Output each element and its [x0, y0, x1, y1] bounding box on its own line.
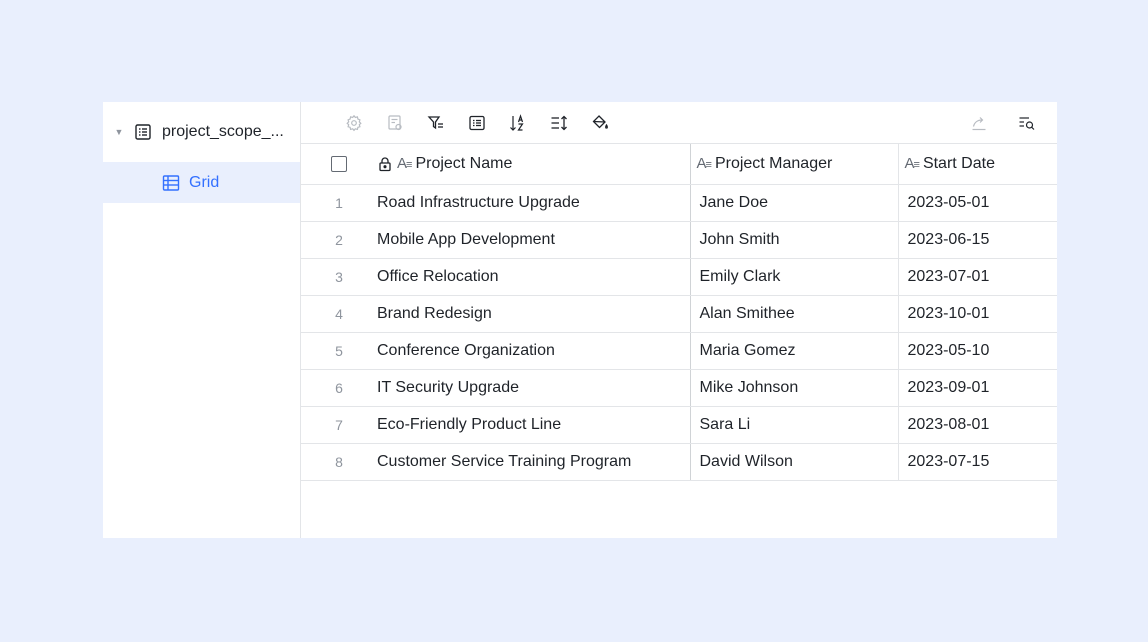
view-label: Grid	[189, 173, 220, 191]
main-panel: A≡ Project Name A≡ Project Manager A≡ St…	[301, 102, 1057, 538]
data-grid: A≡ Project Name A≡ Project Manager A≡ St…	[301, 144, 1057, 481]
cell-project-name[interactable]: Brand Redesign	[377, 295, 690, 333]
cell-project-name[interactable]: IT Security Upgrade	[377, 369, 690, 407]
cell-project-manager[interactable]: John Smith	[689, 221, 898, 259]
cell-start-date[interactable]: 2023-10-01	[897, 295, 1057, 333]
group-icon[interactable]	[467, 113, 487, 133]
table-row[interactable]: 4 Brand Redesign Alan Smithee 2023-10-01	[301, 295, 1057, 333]
row-number: 4	[301, 295, 377, 333]
cell-project-manager[interactable]: Sara Li	[689, 406, 898, 444]
sidebar-table-item[interactable]: ▼ project_scope_...	[103, 102, 300, 162]
cell-project-manager[interactable]: Jane Doe	[689, 184, 898, 222]
grid-view-icon	[162, 174, 180, 192]
select-all-checkbox[interactable]	[331, 156, 347, 173]
cell-start-date[interactable]: 2023-09-01	[897, 369, 1057, 407]
app-window: ▼ project_scope_... Grid A≡ Project Name…	[103, 102, 1057, 538]
column-title: Start Date	[922, 154, 995, 172]
cell-project-manager[interactable]: Alan Smithee	[689, 295, 898, 333]
sidebar-view-grid[interactable]: Grid	[103, 162, 300, 203]
table-row[interactable]: 1 Road Infrastructure Upgrade Jane Doe 2…	[301, 184, 1057, 222]
cell-project-manager[interactable]: Emily Clark	[689, 258, 898, 296]
text-type-icon: A≡	[397, 155, 413, 173]
row-number: 6	[301, 369, 377, 407]
row-number: 1	[301, 184, 377, 222]
filter-icon[interactable]	[426, 113, 446, 133]
cell-start-date[interactable]: 2023-07-15	[897, 443, 1057, 481]
table-row[interactable]: 3 Office Relocation Emily Clark 2023-07-…	[301, 258, 1057, 296]
sidebar: ▼ project_scope_... Grid	[103, 102, 301, 538]
cell-start-date[interactable]: 2023-08-01	[897, 406, 1057, 444]
table-row[interactable]: 2 Mobile App Development John Smith 2023…	[301, 221, 1057, 259]
table-row[interactable]: 7 Eco-Friendly Product Line Sara Li 2023…	[301, 406, 1057, 444]
lock-icon	[377, 156, 393, 172]
column-header-project-manager[interactable]: A≡ Project Manager	[689, 144, 898, 185]
cell-project-manager[interactable]: Maria Gomez	[689, 332, 898, 370]
cell-start-date[interactable]: 2023-06-15	[897, 221, 1057, 259]
row-number: 5	[301, 332, 377, 370]
header-row: A≡ Project Name A≡ Project Manager A≡ St…	[301, 144, 1057, 185]
column-header-project-name[interactable]: A≡ Project Name	[377, 144, 690, 185]
table-icon	[134, 123, 152, 141]
caret-down-icon[interactable]: ▼	[113, 126, 125, 138]
row-number: 8	[301, 443, 377, 481]
cell-project-manager[interactable]: David Wilson	[689, 443, 898, 481]
column-title: Project Manager	[714, 154, 833, 172]
row-height-icon[interactable]	[549, 113, 569, 133]
record-form-icon[interactable]	[385, 113, 405, 133]
table-row[interactable]: 5 Conference Organization Maria Gomez 20…	[301, 332, 1057, 370]
cell-start-date[interactable]: 2023-05-10	[897, 332, 1057, 370]
cell-start-date[interactable]: 2023-07-01	[897, 258, 1057, 296]
cell-project-name[interactable]: Road Infrastructure Upgrade	[377, 184, 690, 222]
cell-project-name[interactable]: Conference Organization	[377, 332, 690, 370]
row-number: 7	[301, 406, 377, 444]
text-type-icon: A≡	[904, 155, 921, 173]
table-row[interactable]: 6 IT Security Upgrade Mike Johnson 2023-…	[301, 369, 1057, 407]
select-all-cell	[301, 144, 377, 185]
search-icon[interactable]	[1017, 113, 1037, 133]
text-type-icon: A≡	[696, 155, 713, 173]
cell-start-date[interactable]: 2023-05-01	[897, 184, 1057, 222]
row-number: 2	[301, 221, 377, 259]
toolbar-right	[941, 113, 1037, 133]
fill-color-icon[interactable]	[590, 113, 610, 133]
cell-project-manager[interactable]: Mike Johnson	[689, 369, 898, 407]
cell-project-name[interactable]: Customer Service Training Program	[377, 443, 690, 481]
column-header-start-date[interactable]: A≡ Start Date	[897, 144, 1057, 185]
row-number: 3	[301, 258, 377, 296]
cell-project-name[interactable]: Office Relocation	[377, 258, 690, 296]
column-title: Project Name	[415, 154, 513, 172]
sort-icon[interactable]	[508, 113, 528, 133]
toolbar	[301, 102, 1057, 144]
table-row[interactable]: 8 Customer Service Training Program Davi…	[301, 443, 1057, 481]
settings-icon[interactable]	[344, 113, 364, 133]
table-name: project_scope_...	[162, 123, 284, 140]
cell-project-name[interactable]: Mobile App Development	[377, 221, 690, 259]
cell-project-name[interactable]: Eco-Friendly Product Line	[377, 406, 690, 444]
share-icon[interactable]	[969, 113, 989, 133]
